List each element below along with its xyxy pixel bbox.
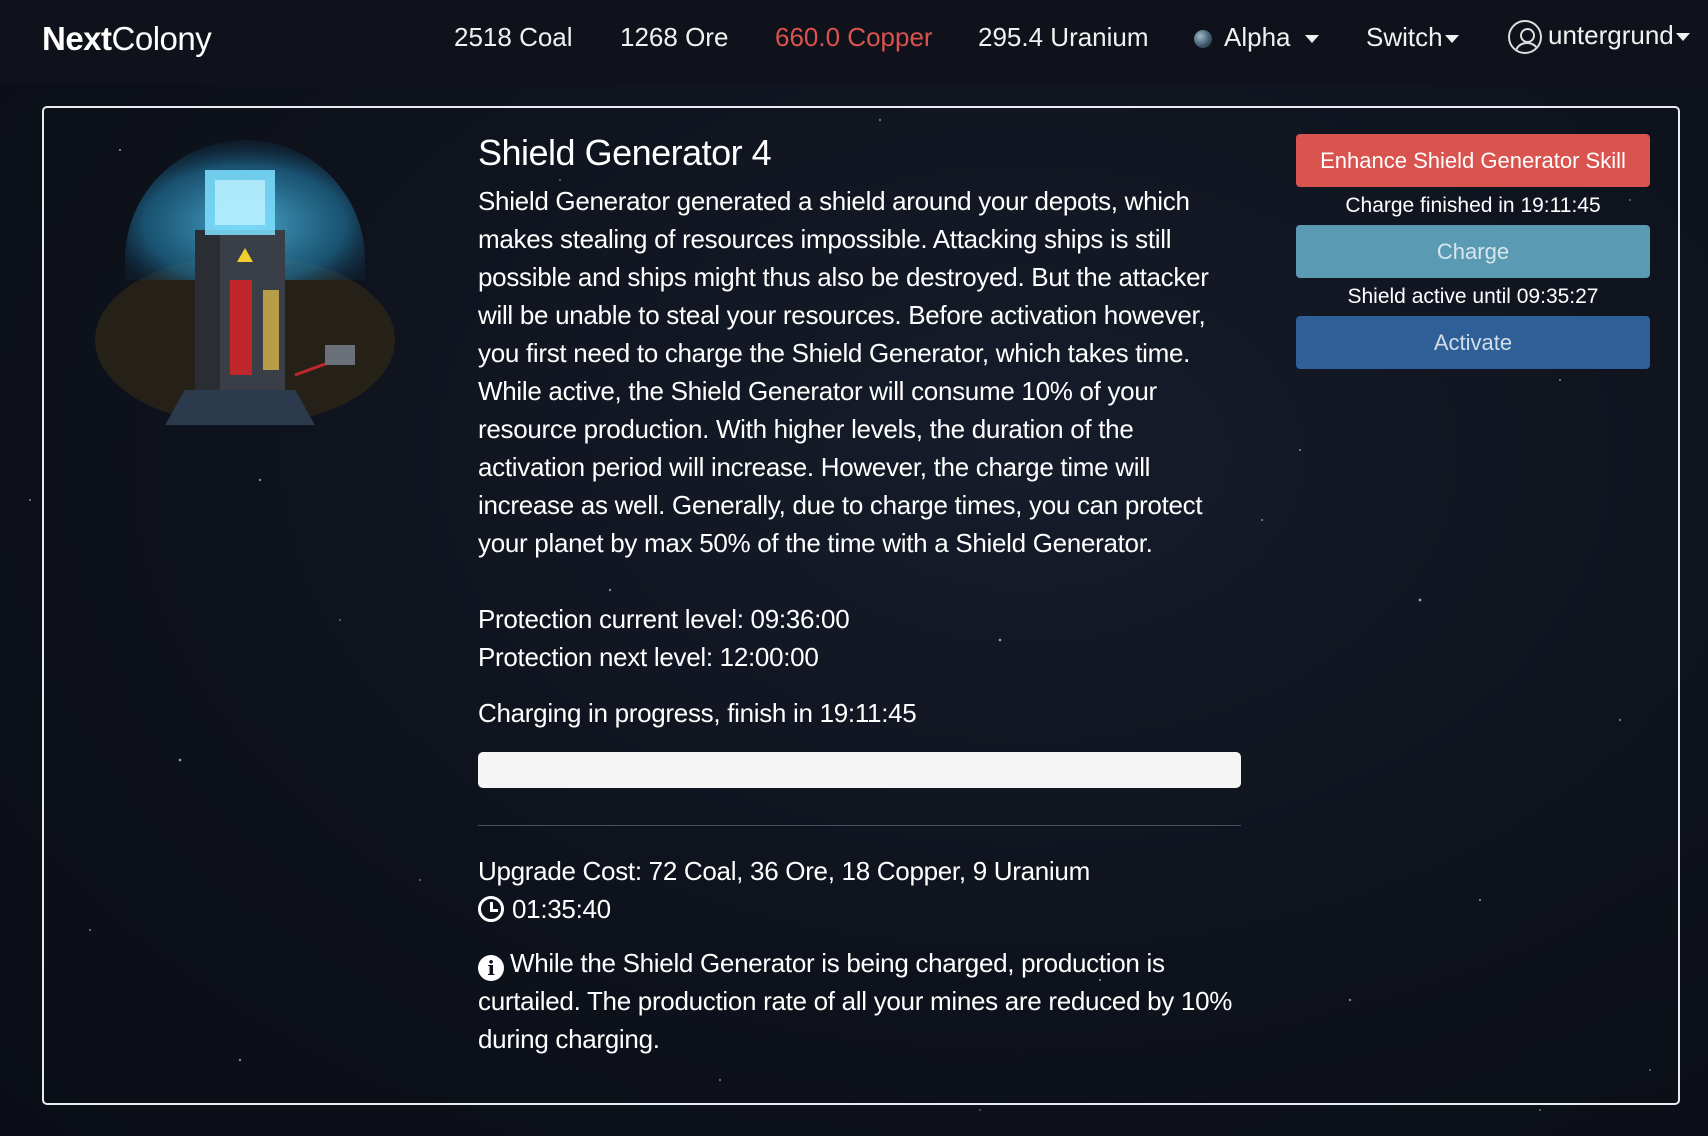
section-divider	[478, 825, 1241, 826]
brand-name-bold: Next	[42, 20, 112, 57]
resource-ore: 1268 Ore	[620, 22, 729, 52]
building-description: Shield Generator generated a shield arou…	[478, 186, 1209, 558]
upgrade-time: 01:35:40	[512, 894, 611, 924]
charge-finished-status: Charge finished in 19:11:45	[1345, 194, 1601, 217]
switch-dropdown[interactable]: Switch	[1366, 22, 1459, 53]
planet-icon	[1194, 30, 1212, 49]
info-icon: i	[478, 955, 504, 981]
user-avatar-icon	[1508, 20, 1542, 55]
resource-uranium: 295.4 Uranium	[978, 22, 1149, 52]
caret-down-icon	[1444, 35, 1459, 44]
charging-info-text: While the Shield Generator is being char…	[478, 948, 1233, 1054]
building-title: Shield Generator 4	[478, 132, 772, 173]
upgrade-cost: Upgrade Cost: 72 Coal, 36 Ore, 18 Copper…	[478, 856, 1090, 886]
caret-down-icon	[1304, 35, 1319, 44]
protection-next-level: Protection next level: 12:00:00	[478, 642, 819, 672]
brand-logo[interactable]: NextColony	[42, 20, 212, 58]
planet-dropdown-label: Alpha	[1224, 22, 1291, 52]
user-dropdown-label: untergrund	[1548, 20, 1674, 50]
building-details: Shield Generator 4 Shield Generator gene…	[478, 132, 1243, 1058]
resource-coal: 2518 Coal	[454, 22, 573, 52]
action-panel: Enhance Shield Generator Skill Charge fi…	[1296, 134, 1650, 369]
clock-icon	[478, 896, 504, 922]
top-navbar: NextColony 2518 Coal 1268 Ore 660.0 Copp…	[0, 0, 1708, 84]
charging-status: Charging in progress, finish in 19:11:45	[478, 698, 917, 728]
caret-down-icon	[1675, 33, 1690, 42]
user-dropdown[interactable]: untergrund	[1508, 20, 1690, 55]
enhance-skill-button[interactable]: Enhance Shield Generator Skill	[1296, 134, 1650, 187]
charging-info-note: i While the Shield Generator is being cha…	[478, 944, 1243, 1058]
planet-dropdown[interactable]: Alpha	[1194, 22, 1319, 53]
upgrade-time-row: 01:35:40	[478, 890, 1243, 928]
activate-button[interactable]: Activate	[1296, 316, 1650, 369]
switch-dropdown-label: Switch	[1366, 22, 1443, 52]
protection-current-level: Protection current level: 09:36:00	[478, 604, 850, 634]
charge-button[interactable]: Charge	[1296, 225, 1650, 278]
resource-copper: 660.0 Copper	[775, 22, 933, 52]
brand-name-light: Colony	[111, 20, 212, 57]
shield-generator-image	[95, 140, 395, 425]
charge-progress-bar	[478, 752, 1241, 788]
shield-active-status: Shield active until 09:35:27	[1347, 285, 1599, 308]
